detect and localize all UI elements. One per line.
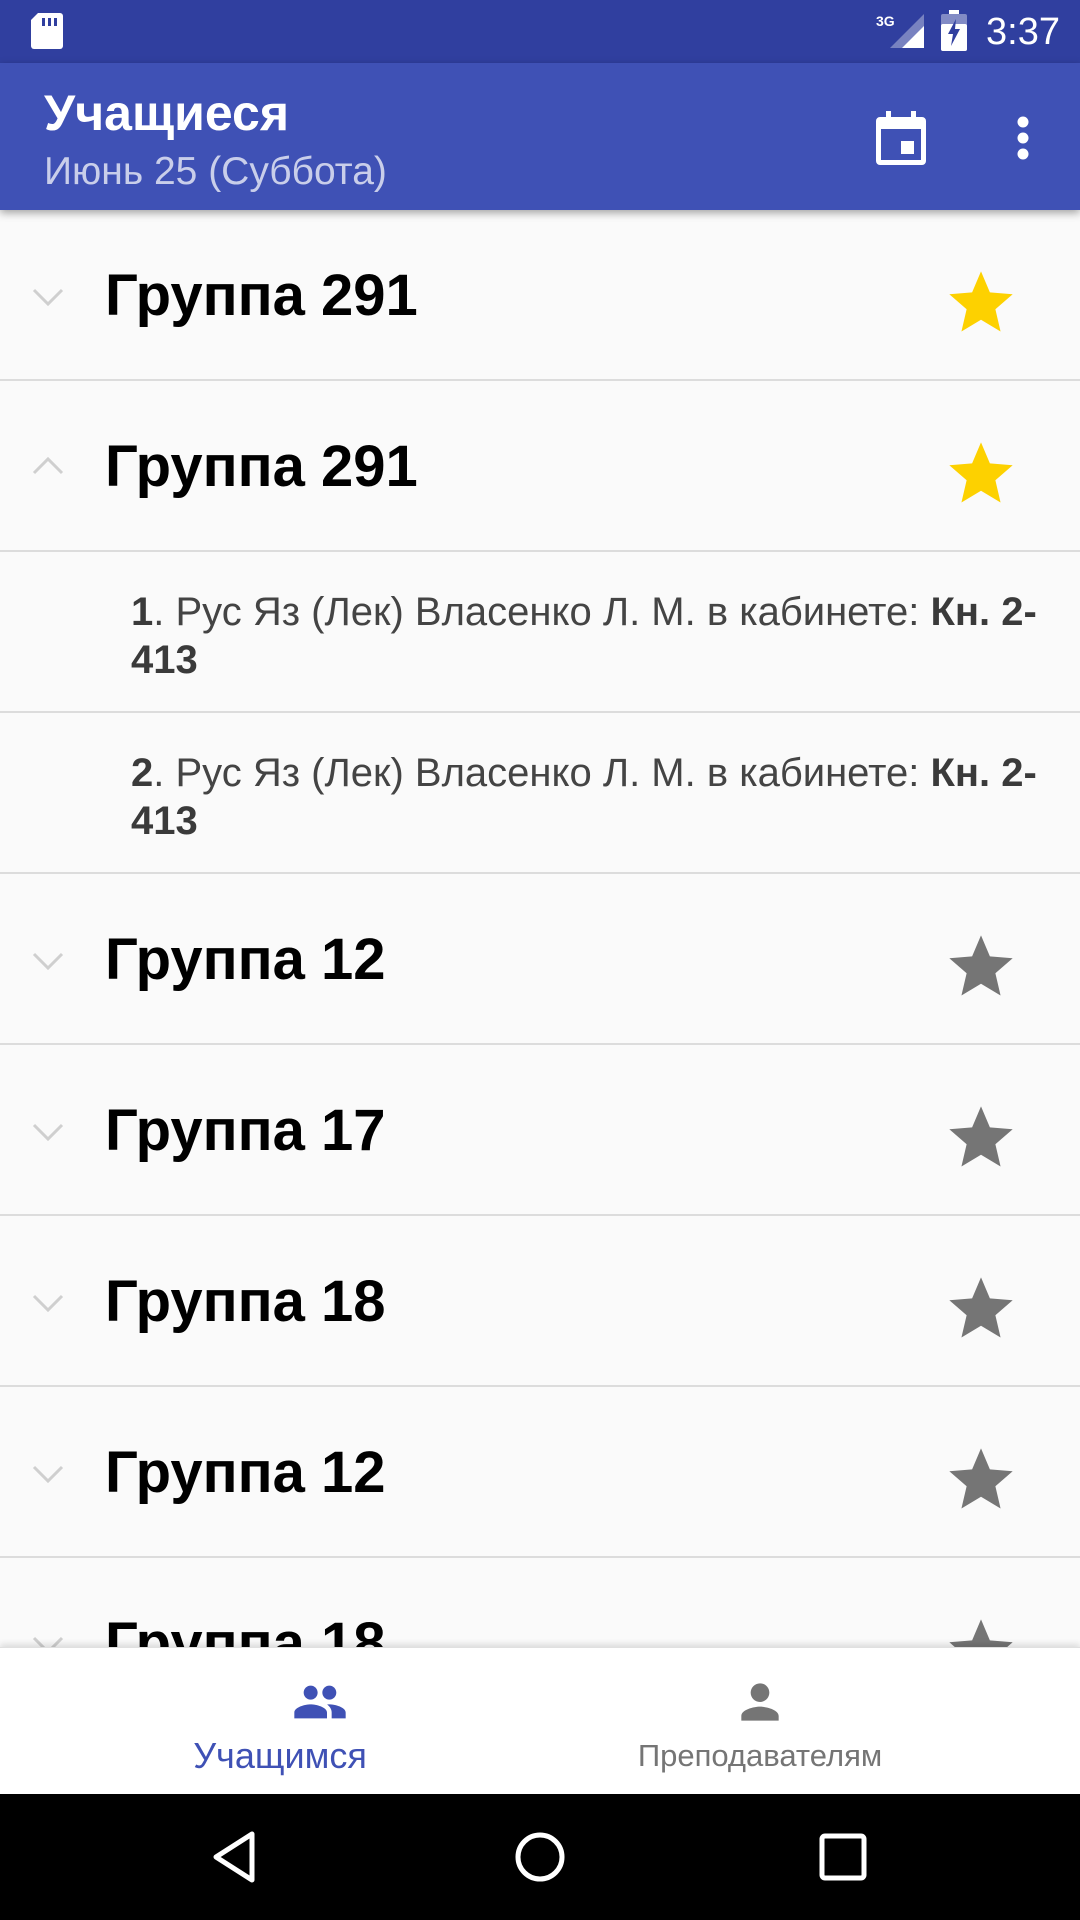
favorite-star-icon[interactable]	[943, 265, 1019, 341]
group-name: Группа 18	[105, 1269, 386, 1334]
person-icon	[741, 1683, 779, 1721]
group-name: Группа 17	[105, 1098, 386, 1163]
group-name: Группа 18	[105, 1611, 386, 1647]
chevron-down-icon	[32, 288, 64, 307]
bottom-navigation: Учащимся Преподавателям	[0, 1647, 1080, 1794]
lesson-item: 1. Рус Яз (Лек) Власенко Л. М. в кабинет…	[0, 552, 1080, 713]
home-icon[interactable]	[505, 1822, 575, 1892]
group-row[interactable]: Группа 291	[0, 210, 1080, 381]
recents-icon[interactable]	[808, 1822, 878, 1892]
system-navigation-bar	[0, 1794, 1080, 1920]
back-icon[interactable]	[200, 1822, 270, 1892]
group-name: Группа 291	[105, 434, 418, 499]
battery-charging-icon	[941, 10, 967, 51]
nav-label-teachers: Преподавателям	[637, 1738, 883, 1773]
chevron-up-icon	[32, 456, 64, 475]
group-row-expanded[interactable]: Группа 291	[0, 381, 1080, 552]
chevron-down-icon	[32, 1636, 64, 1647]
page-title: Учащиеся	[44, 85, 289, 141]
lesson-text: . Рус Яз (Лек) Власенко Л. М. в кабинете…	[153, 751, 931, 795]
chevron-down-icon	[32, 1123, 64, 1142]
calendar-button[interactable]	[866, 103, 936, 173]
favorite-star-icon[interactable]	[943, 1442, 1019, 1518]
group-list[interactable]: Группа 291 Группа 291 1. Рус Яз (Лек) Вл…	[0, 210, 1080, 1647]
favorite-star-icon[interactable]	[943, 436, 1019, 512]
page-subtitle-date: Июнь 25 (Суббота)	[44, 150, 387, 193]
chevron-down-icon	[32, 1294, 64, 1313]
lesson-text: . Рус Яз (Лек) Власенко Л. М. в кабинете…	[153, 590, 931, 634]
lesson-item: 2. Рус Яз (Лек) Власенко Л. М. в кабинет…	[0, 713, 1080, 874]
group-row[interactable]: Группа 12	[0, 874, 1080, 1045]
favorite-star-icon[interactable]	[943, 1613, 1019, 1647]
signal-3g-icon: 3G	[876, 13, 924, 48]
favorite-star-icon[interactable]	[943, 929, 1019, 1005]
group-name: Группа 12	[105, 1440, 386, 1505]
lesson-number: 2	[131, 751, 154, 795]
status-clock: 3:37	[986, 11, 1060, 53]
sd-card-icon	[31, 13, 63, 49]
nav-label-students: Учащимся	[193, 1735, 367, 1776]
favorite-star-icon[interactable]	[943, 1100, 1019, 1176]
nav-tab-teachers[interactable]: Преподавателям	[490, 1648, 1030, 1795]
more-vert-icon	[1017, 116, 1029, 160]
group-row[interactable]: Группа 18	[0, 1558, 1080, 1647]
lesson-number: 1	[131, 590, 154, 634]
group-people-icon	[294, 1685, 346, 1719]
favorite-star-icon[interactable]	[943, 1271, 1019, 1347]
group-name: Группа 291	[105, 263, 418, 328]
group-name: Группа 12	[105, 927, 386, 992]
overflow-menu-button[interactable]	[988, 103, 1058, 173]
network-type-label: 3G	[876, 13, 895, 29]
group-row[interactable]: Группа 12	[0, 1387, 1080, 1558]
chevron-down-icon	[32, 1465, 64, 1484]
calendar-icon	[876, 111, 926, 165]
status-bar: 3G 3:37	[0, 0, 1080, 63]
group-row[interactable]: Группа 17	[0, 1045, 1080, 1216]
group-row[interactable]: Группа 18	[0, 1216, 1080, 1387]
chevron-down-icon	[32, 952, 64, 971]
app-bar: Учащиеся Июнь 25 (Суббота)	[0, 63, 1080, 210]
